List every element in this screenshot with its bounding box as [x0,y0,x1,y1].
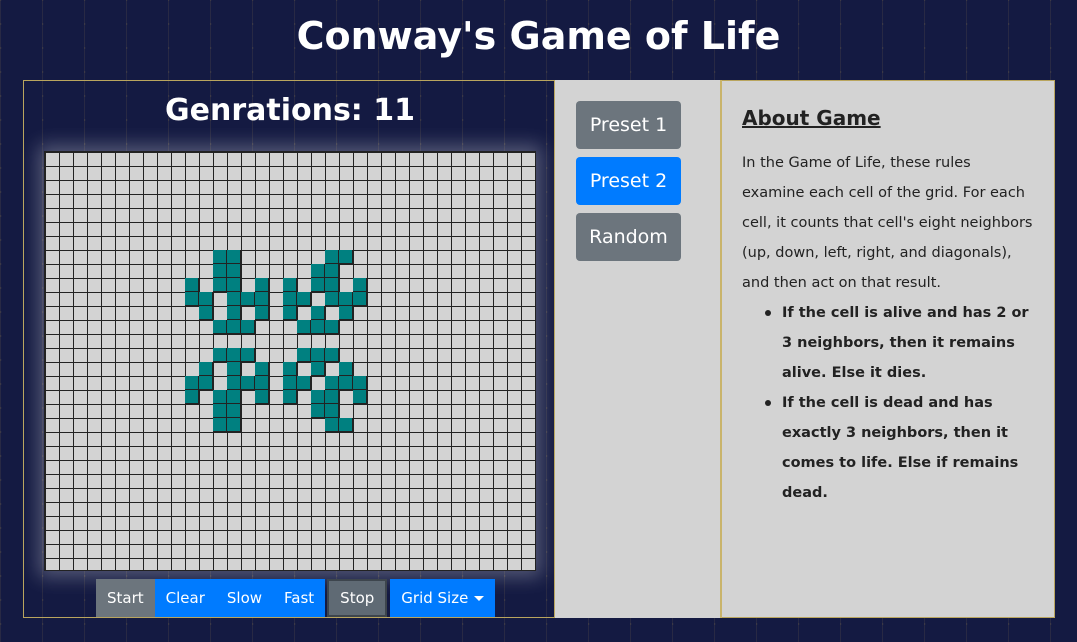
live-cell[interactable] [227,362,241,376]
live-cell[interactable] [241,320,255,334]
live-cell[interactable] [339,376,353,390]
live-cell[interactable] [199,362,213,376]
rule-item: If the cell is dead and has exactly 3 ne… [765,388,1042,508]
preset-1-button[interactable]: Preset 1 [576,101,681,149]
about-title: About Game [742,106,881,130]
caret-down-icon [474,595,485,601]
generations-counter: Genrations: 11 [164,93,415,128]
live-cell[interactable] [185,278,199,292]
live-cell[interactable] [283,278,297,292]
game-panel: Genrations: 11 Start Clear Slow Fast Sto… [23,80,555,618]
live-cell[interactable] [325,292,339,306]
live-cell[interactable] [325,348,339,362]
live-cell[interactable] [297,376,311,390]
live-cell[interactable] [339,250,353,264]
live-cell[interactable] [185,292,199,306]
live-cell[interactable] [227,292,241,306]
live-cell[interactable] [213,264,227,278]
live-cell[interactable] [255,376,269,390]
live-cell[interactable] [311,404,325,418]
live-cell[interactable] [213,390,227,404]
live-cell[interactable] [227,376,241,390]
game-grid[interactable] [44,151,536,571]
live-cell[interactable] [311,306,325,320]
live-cell[interactable] [255,278,269,292]
live-cell[interactable] [213,250,227,264]
live-cell[interactable] [325,320,339,334]
live-cell[interactable] [213,404,227,418]
fast-button[interactable]: Fast [273,579,326,617]
live-cell[interactable] [325,264,339,278]
live-cell[interactable] [241,376,255,390]
live-cell[interactable] [325,278,339,292]
live-cell[interactable] [283,376,297,390]
live-cell[interactable] [227,264,241,278]
live-cell[interactable] [353,390,367,404]
live-cell[interactable] [227,320,241,334]
live-cell[interactable] [339,362,353,376]
live-cell[interactable] [241,292,255,306]
about-description: In the Game of Life, these rules examine… [742,155,1033,291]
live-cell[interactable] [353,376,367,390]
live-cell[interactable] [255,362,269,376]
live-cell[interactable] [227,278,241,292]
live-cell[interactable] [227,250,241,264]
grid-size-label: Grid Size [401,589,469,607]
live-cell[interactable] [227,306,241,320]
live-cell[interactable] [325,250,339,264]
live-cell[interactable] [213,278,227,292]
live-cell[interactable] [199,306,213,320]
live-cell[interactable] [283,362,297,376]
live-cell[interactable] [311,348,325,362]
live-cell[interactable] [339,292,353,306]
live-cell[interactable] [255,390,269,404]
live-cell[interactable] [283,306,297,320]
slow-button[interactable]: Slow [215,579,274,617]
rules-list: If the cell is alive and has 2 or 3 neig… [765,298,1042,508]
live-cell[interactable] [297,348,311,362]
live-cell[interactable] [213,348,227,362]
live-cell[interactable] [227,404,241,418]
live-cell[interactable] [311,264,325,278]
live-cell[interactable] [353,292,367,306]
live-cell[interactable] [255,306,269,320]
live-cell[interactable] [339,418,353,432]
rule-item: If the cell is alive and has 2 or 3 neig… [765,298,1042,388]
live-cell[interactable] [213,418,227,432]
live-cell[interactable] [325,418,339,432]
live-cell[interactable] [199,376,213,390]
live-cell[interactable] [241,348,255,362]
live-cell[interactable] [339,306,353,320]
clear-button[interactable]: Clear [154,579,216,617]
live-cell[interactable] [325,404,339,418]
live-cell[interactable] [325,390,339,404]
about-panel: About Game In the Game of Life, these ru… [722,80,1055,618]
live-cell[interactable] [283,292,297,306]
live-cell[interactable] [255,292,269,306]
live-cell[interactable] [325,376,339,390]
live-cell[interactable] [311,278,325,292]
live-cell[interactable] [353,278,367,292]
live-cell[interactable] [227,418,241,432]
live-cell[interactable] [297,292,311,306]
stop-button[interactable]: Stop [327,579,388,617]
grid-size-dropdown[interactable]: Grid Size [390,579,496,617]
live-cell[interactable] [227,348,241,362]
live-cell[interactable] [185,376,199,390]
live-cell[interactable] [199,292,213,306]
live-cell[interactable] [311,362,325,376]
live-cell[interactable] [227,390,241,404]
live-cell[interactable] [185,390,199,404]
random-button[interactable]: Random [576,213,681,261]
live-cell[interactable] [297,320,311,334]
live-cell[interactable] [213,320,227,334]
presets-panel: Preset 1 Preset 2 Random [555,80,722,618]
live-cell[interactable] [283,390,297,404]
live-cell[interactable] [311,320,325,334]
control-bar: Start Clear Slow Fast Stop Grid Size [96,579,496,617]
page-title: Conway's Game of Life [296,14,781,58]
start-button[interactable]: Start [96,579,155,617]
live-cell[interactable] [311,390,325,404]
preset-2-button[interactable]: Preset 2 [576,157,681,205]
